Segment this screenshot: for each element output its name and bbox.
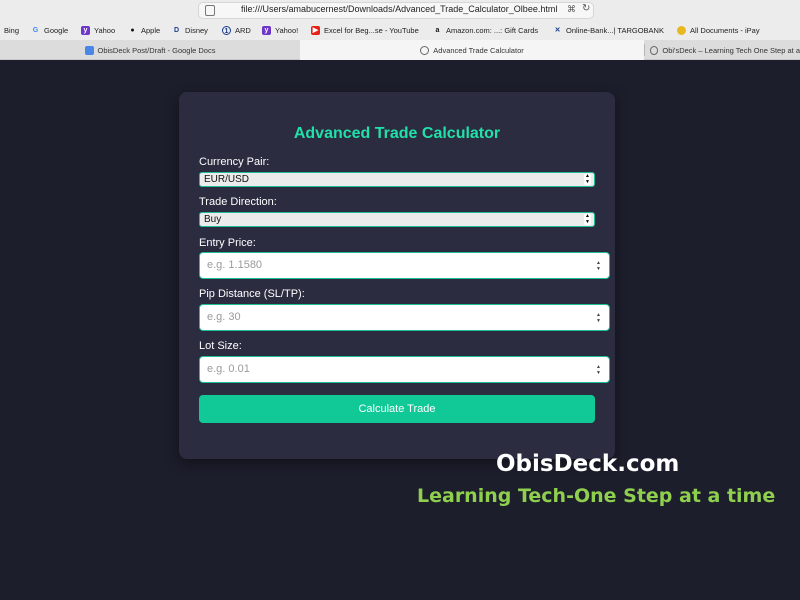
pip-distance-input[interactable]: e.g. 30 ▲ ▼	[199, 304, 610, 331]
tab-google-docs[interactable]: ObisDeck Post/Draft - Google Docs	[0, 40, 300, 60]
bookmark-disney[interactable]: D Disney	[172, 26, 208, 35]
bookmark-targobank[interactable]: ✕ Online-Bank...| TARGOBANK	[553, 26, 664, 35]
tab-label: ObisDeck Post/Draft - Google Docs	[97, 45, 216, 55]
lot-size-label: Lot Size:	[199, 340, 242, 352]
yahoo-icon: y	[262, 26, 271, 35]
bookmark-label: ARD	[235, 26, 251, 35]
bookmark-label: Bing	[4, 26, 20, 35]
bookmark-yahoo-2[interactable]: y Yahoo!	[262, 26, 298, 35]
google-docs-icon	[84, 45, 94, 55]
yahoo-icon: y	[81, 26, 90, 35]
tab-label: Obi'sDeck – Learning Tech One Step at a	[662, 45, 800, 55]
address-bar[interactable]: file:///Users/amabucernest/Downloads/Adv…	[198, 2, 594, 19]
trade-direction-select[interactable]: Buy ▲ ▼	[199, 212, 595, 227]
bookmark-yahoo[interactable]: y Yahoo	[81, 26, 115, 35]
youtube-icon: ▶	[311, 26, 320, 35]
bookmark-label: Yahoo!	[275, 26, 299, 35]
tab-label: Advanced Trade Calculator	[433, 45, 524, 55]
page-icon	[420, 45, 430, 55]
tab-trade-calculator[interactable]: Advanced Trade Calculator	[300, 40, 644, 60]
bookmark-ipay[interactable]: All Documents - iPay	[677, 26, 760, 35]
stepper-icon[interactable]: ▲ ▼	[596, 312, 601, 324]
bookmark-label: Online-Bank...| TARGOBANK	[566, 26, 664, 35]
bookmark-bing[interactable]: Bing	[4, 26, 19, 35]
watermark-site: ObisDeck.com	[496, 451, 680, 477]
calculator-card: Advanced Trade Calculator Currency Pair:…	[179, 92, 615, 459]
bookmarks-bar: Bing G Google y Yahoo ● Apple D Disney 1…	[0, 22, 800, 40]
bookmark-label: All Documents - iPay	[690, 26, 760, 35]
pip-distance-label: Pip Distance (SL/TP):	[199, 288, 305, 300]
entry-price-input[interactable]: e.g. 1.1580 ▲ ▼	[199, 252, 610, 279]
bookmark-label: Amazon.com: ...: Gift Cards	[446, 26, 539, 35]
page-title: Advanced Trade Calculator	[293, 125, 501, 142]
stepper-icon[interactable]: ▲ ▼	[596, 364, 601, 376]
pip-distance-placeholder: e.g. 30	[207, 311, 241, 323]
bookmark-google[interactable]: G Google	[31, 26, 68, 35]
trade-direction-value: Buy	[204, 214, 222, 225]
google-icon: G	[32, 27, 39, 34]
amazon-icon: a	[435, 27, 440, 34]
translate-icon[interactable]: ⌘	[567, 4, 576, 15]
address-bar-url: file:///Users/amabucernest/Downloads/Adv…	[241, 4, 558, 14]
stepper-icon[interactable]: ▲ ▼	[596, 260, 601, 272]
bookmark-label: Apple	[141, 26, 161, 35]
watermark-tagline: Learning Tech-One Step at a time	[417, 485, 776, 507]
bookmark-apple[interactable]: ● Apple	[128, 26, 160, 35]
ard-icon: 1	[222, 26, 231, 35]
lot-size-placeholder: e.g. 0.01	[207, 363, 250, 375]
disney-icon: D	[173, 27, 180, 34]
bookmark-label: Excel for Beg...se - YouTube	[324, 26, 419, 35]
page-icon	[650, 45, 659, 55]
browser-toolbar: file:///Users/amabucernest/Downloads/Adv…	[0, 0, 800, 22]
entry-price-placeholder: e.g. 1.1580	[207, 259, 263, 271]
select-arrows-icon: ▲ ▼	[584, 213, 591, 225]
apple-icon: ●	[130, 27, 135, 34]
tab-divider	[644, 44, 645, 56]
page-icon	[205, 5, 215, 16]
bookmark-label: Yahoo	[94, 26, 116, 35]
bookmark-label: Google	[44, 26, 69, 35]
bookmark-youtube[interactable]: ▶ Excel for Beg...se - YouTube	[311, 26, 419, 35]
currency-pair-label: Currency Pair:	[199, 156, 270, 168]
bookmark-ard[interactable]: 1 ARD	[222, 26, 251, 35]
currency-pair-value: EUR/USD	[204, 174, 250, 185]
lot-size-input[interactable]: e.g. 0.01 ▲ ▼	[199, 356, 610, 383]
ipay-icon	[677, 26, 686, 35]
currency-pair-select[interactable]: EUR/USD ▲ ▼	[199, 172, 595, 187]
calculate-trade-button[interactable]: Calculate Trade	[199, 395, 595, 423]
bookmark-label: Disney	[185, 26, 208, 35]
trade-direction-label: Trade Direction:	[199, 196, 277, 208]
reload-icon[interactable]: ↻	[582, 3, 590, 14]
select-arrows-icon: ▲ ▼	[584, 173, 591, 185]
tab-obisdeck[interactable]: Obi'sDeck – Learning Tech One Step at a	[644, 40, 800, 60]
tab-bar: ObisDeck Post/Draft - Google Docs Advanc…	[0, 40, 800, 60]
bookmark-amazon[interactable]: a Amazon.com: ...: Gift Cards	[433, 26, 539, 35]
entry-price-label: Entry Price:	[199, 237, 256, 249]
targobank-icon: ✕	[554, 27, 561, 34]
